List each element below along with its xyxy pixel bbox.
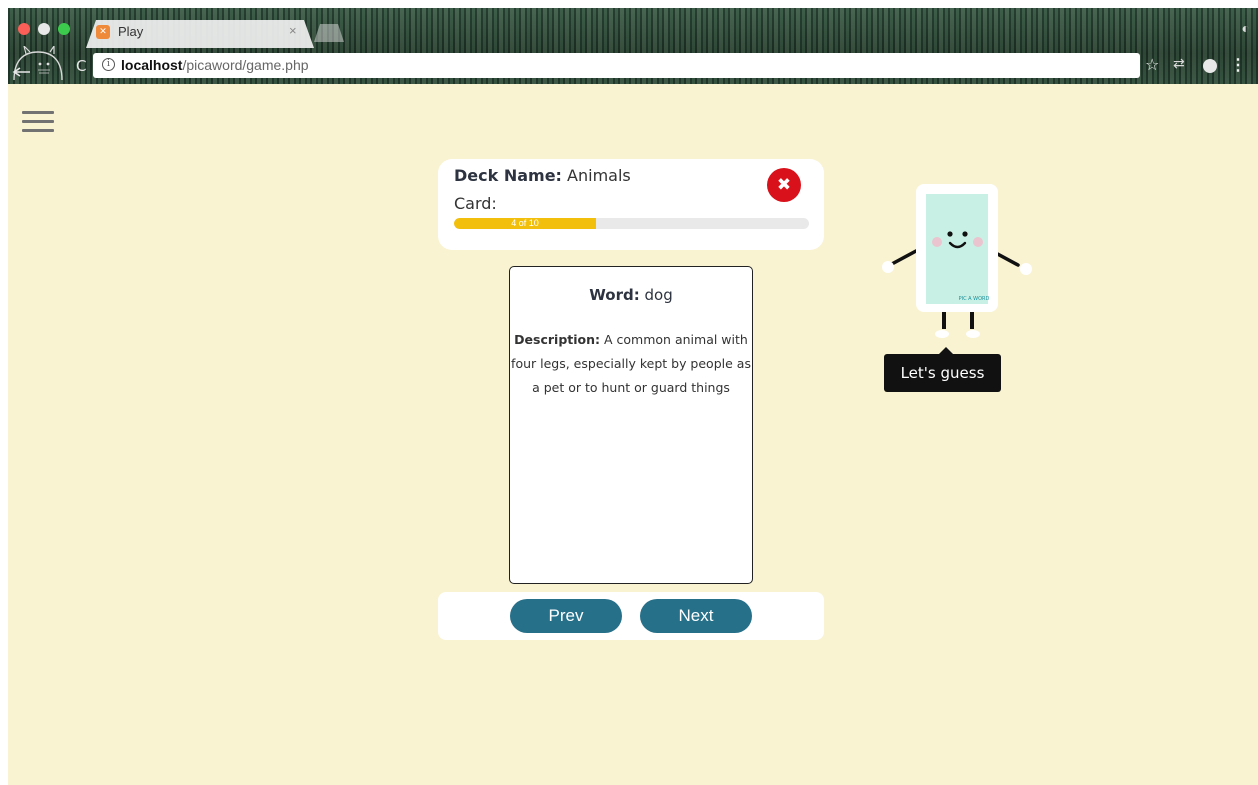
reload-icon[interactable]: C — [76, 57, 86, 75]
browser-chrome: ✕ Play × ◐ C i localhost/picaword/game.p… — [8, 8, 1258, 84]
deck-info-panel: Deck Name: Animals Card: 4 of 10 ✖ — [438, 159, 824, 250]
hamburger-menu-icon[interactable] — [22, 111, 54, 135]
next-button[interactable]: Next — [640, 599, 752, 633]
tooltip-arrow — [939, 347, 953, 354]
browser-window: ✕ Play × ◐ C i localhost/picaword/game.p… — [8, 8, 1258, 785]
screen-logo: PIC A WORD — [959, 296, 990, 302]
url-host: localhost — [121, 57, 183, 73]
tab-title: Play — [118, 24, 144, 39]
deck-name-value: Animals — [567, 166, 631, 185]
url-path: /picaword/game.php — [182, 57, 309, 73]
browser-menu-icon[interactable]: ⋮ — [1230, 55, 1246, 75]
deck-name: Deck Name: Animals — [454, 166, 631, 185]
totoro-back-icon[interactable] — [10, 46, 68, 82]
dropbox-extension-icon[interactable]: ⇄ — [1173, 56, 1185, 72]
card-progress-text: 4 of 10 — [511, 218, 539, 228]
profile-icon[interactable]: ◐ — [1242, 20, 1250, 36]
close-game-button[interactable]: ✖ — [767, 168, 801, 202]
game-page: Deck Name: Animals Card: 4 of 10 ✖ Word:… — [8, 84, 1258, 785]
card-navigation: Prev Next — [438, 592, 824, 640]
description-label: Description: — [514, 332, 601, 347]
window-minimize-button[interactable] — [38, 23, 50, 35]
word-heading: Word: dog — [510, 286, 752, 304]
word-label: Word: — [589, 286, 640, 304]
prev-button[interactable]: Prev — [510, 599, 622, 633]
card-progress-bar: 4 of 10 — [454, 218, 809, 229]
deck-name-label: Deck Name: — [454, 166, 562, 185]
window-close-button[interactable] — [18, 23, 30, 35]
tab-close-icon[interactable]: × — [289, 23, 297, 38]
word-value: dog — [644, 286, 673, 304]
extension-icon[interactable] — [1203, 59, 1217, 73]
word-card[interactable]: Word: dog Description: A common animal w… — [509, 266, 753, 584]
tab-favicon-icon: ✕ — [96, 25, 110, 39]
site-info-icon[interactable]: i — [102, 58, 115, 71]
url-text[interactable]: localhost/picaword/game.php — [121, 57, 309, 73]
address-bar[interactable]: i localhost/picaword/game.php — [93, 53, 1140, 78]
bookmark-star-icon[interactable]: ☆ — [1145, 55, 1159, 74]
card-label: Card: — [454, 194, 497, 213]
window-maximize-button[interactable] — [58, 23, 70, 35]
new-tab-button[interactable] — [314, 24, 344, 42]
description-text: Description: A common animal with four l… — [510, 328, 752, 400]
phone-mascot-illustration: PIC A WORD — [882, 184, 1032, 338]
mascot-tooltip: Let's guess — [884, 354, 1001, 392]
